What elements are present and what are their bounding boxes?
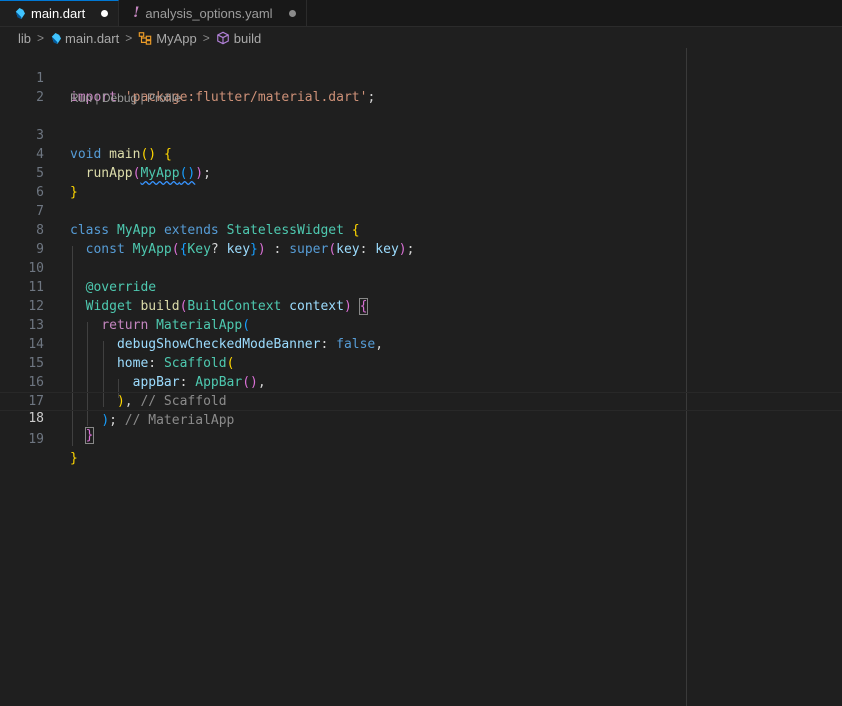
code-line[interactable]: 9	[0, 221, 842, 257]
code-line[interactable]: 6	[0, 164, 842, 200]
codelens-separator: |	[137, 91, 147, 105]
codelens-profile[interactable]: Profile	[147, 91, 181, 105]
code-line[interactable]: 13 debugShowCheckedModeBanner: false,	[0, 297, 842, 352]
exclamation-icon: !	[133, 5, 140, 21]
chevron-right-icon: >	[202, 31, 210, 45]
codelens-run[interactable]: Run	[70, 91, 92, 105]
breadcrumb-class-label: MyApp	[156, 30, 197, 46]
breadcrumb-file[interactable]: main.dart	[50, 31, 119, 46]
code-line[interactable]: 14 home: Scaffold(	[0, 316, 842, 371]
editor-tab-bar: main.dart ! analysis_options.yaml	[0, 0, 842, 27]
line-number: 2	[36, 90, 44, 105]
code-line[interactable]: 4 runApp(MyApp());	[0, 126, 842, 181]
current-line[interactable]: 18 }	[0, 392, 842, 444]
breadcrumb-method[interactable]: build	[216, 31, 261, 46]
breadcrumb-class[interactable]: MyApp	[138, 30, 197, 46]
tab-main-dart[interactable]: main.dart	[0, 0, 120, 26]
breadcrumb-method-label: build	[233, 30, 262, 46]
code-line[interactable]: 19 }	[0, 411, 842, 466]
dart-icon	[15, 8, 25, 19]
tab-label: main.dart	[31, 6, 86, 21]
code-line[interactable]: 5 }	[0, 145, 842, 200]
code-line[interactable]: 7 class MyApp extends StatelessWidget {	[0, 183, 842, 238]
codelens-debug[interactable]: Debug	[102, 91, 137, 105]
code-line[interactable]: 3 void main() {	[0, 107, 842, 162]
dart-icon	[51, 32, 62, 44]
breadcrumb-folder-label: lib	[18, 30, 32, 46]
unsaved-dot-icon[interactable]	[288, 9, 296, 17]
code-line[interactable]: 12 return MaterialApp(	[0, 278, 842, 333]
unsaved-dot-icon[interactable]	[101, 10, 109, 17]
code-line[interactable]: 17 ); // MaterialApp	[0, 373, 842, 428]
code-editor[interactable]: 1 import 'package:flutter/material.dart'…	[0, 48, 842, 706]
codelens-separator: |	[92, 91, 102, 105]
code-line[interactable]: 15 appBar: AppBar(),	[0, 335, 842, 390]
tab-label: analysis_options.yaml	[145, 5, 273, 21]
line-number: 19	[28, 432, 44, 447]
code-line[interactable]: 1 import 'package:flutter/material.dart'…	[0, 50, 842, 105]
tab-analysis-options[interactable]: ! analysis_options.yaml	[119, 0, 307, 26]
codelens: Run | Debug | Profile	[70, 91, 181, 106]
breadcrumb-file-label: main.dart	[65, 30, 120, 46]
code-line[interactable]: 10 @override	[0, 240, 842, 295]
chevron-right-icon: >	[125, 31, 133, 45]
code-line[interactable]: 8 const MyApp({Key? key}) : super(key: k…	[0, 202, 842, 257]
breadcrumb: lib > main.dart > MyApp > build	[0, 27, 842, 49]
class-symbol-icon	[138, 32, 152, 45]
code-line[interactable]: 16 ), // Scaffold	[0, 354, 842, 409]
breadcrumb-folder[interactable]: lib	[18, 31, 31, 46]
method-symbol-icon	[216, 31, 229, 45]
chevron-right-icon: >	[37, 31, 45, 45]
code-line[interactable]: 11 Widget build(BuildContext context) {	[0, 259, 842, 315]
code-line[interactable]: 2	[0, 69, 842, 105]
